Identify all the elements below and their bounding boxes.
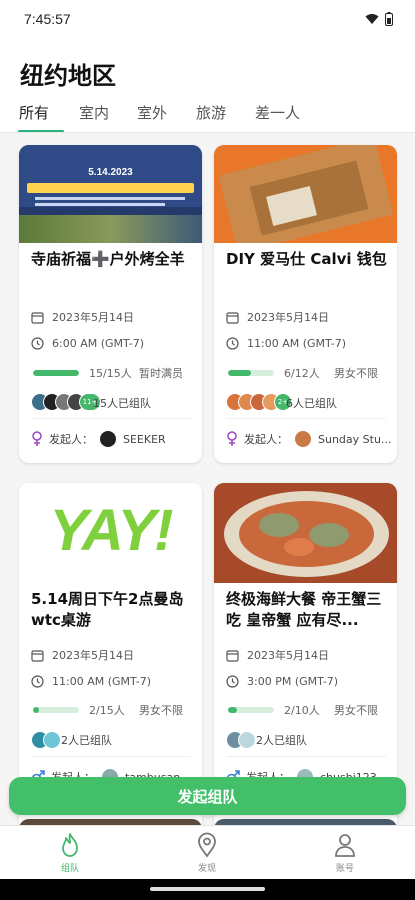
status-text: 男女不限 [334, 367, 378, 380]
clock-icon [31, 675, 44, 688]
card-time: 6:00 AM (GMT-7) [52, 337, 144, 350]
nav-account[interactable]: 账号 [305, 832, 385, 874]
flame-icon [62, 833, 78, 857]
member-avatars [31, 731, 61, 749]
divider [31, 418, 191, 419]
person-icon [335, 834, 355, 857]
clock-icon [31, 337, 44, 350]
card-date: 2023年5月14日 [247, 311, 329, 324]
card-title: 终极海鲜大餐 帝王蟹三吃 皇帝蟹 应有尽... [226, 590, 382, 629]
team-count: 2人已组队 [256, 734, 307, 747]
capacity-count: 15/15人 [89, 367, 132, 380]
activity-card[interactable]: 5.14.2023 寺庙祈福➕户外烤全羊 2023年5月14日 6:00 AM … [19, 145, 202, 463]
capacity-count: 2/15人 [89, 704, 125, 717]
female-icon [227, 431, 237, 446]
card-image [214, 145, 397, 243]
member-avatars: 2+ [226, 393, 292, 411]
tab-outdoor[interactable]: 室外 [137, 102, 167, 123]
banner-date: 5.14.2023 [88, 167, 133, 178]
clock-icon [226, 337, 239, 350]
capacity-bar [228, 370, 274, 376]
category-tabs: 所有 室内 室外 旅游 差一人 [0, 98, 415, 132]
tab-all[interactable]: 所有 [19, 102, 49, 123]
divider [31, 756, 191, 757]
card-time: 11:00 AM (GMT-7) [52, 675, 151, 688]
clock-icon [226, 675, 239, 688]
organizer[interactable]: 发起人： Sunday Stu... [226, 430, 391, 448]
yay-logo: YAY! [49, 498, 174, 563]
activity-feed[interactable]: 5.14.2023 寺庙祈福➕户外烤全羊 2023年5月14日 6:00 AM … [0, 133, 415, 825]
nav-discover[interactable]: 发现 [167, 832, 247, 874]
organizer-label: 发起人： [49, 433, 93, 446]
page-title: 纽约地区 [20, 62, 116, 90]
female-icon [32, 431, 42, 446]
card-image: YAY! [19, 483, 202, 583]
organizer-avatar [294, 430, 312, 448]
tab-travel[interactable]: 旅游 [196, 102, 226, 123]
create-team-button[interactable]: 发起组队 [9, 777, 406, 815]
tab-need-one[interactable]: 差一人 [255, 102, 300, 123]
member-avatars [226, 731, 256, 749]
avatar [43, 731, 61, 749]
clock: 7:45:57 [24, 11, 71, 27]
capacity-count: 6/12人 [284, 367, 320, 380]
organizer-avatar [99, 430, 117, 448]
location-pin-icon [198, 832, 216, 858]
activity-card[interactable]: YAY! 5.14周日下午2点曼岛wtc桌游 2023年5月14日 11:00 … [19, 483, 202, 825]
organizer-name: Sunday Stu... [318, 432, 392, 446]
bottom-nav: 组队 发现 账号 [0, 825, 415, 880]
nav-label: 组队 [60, 864, 79, 874]
organizer-name: SEEKER [123, 432, 166, 446]
card-date: 2023年5月14日 [247, 649, 329, 662]
status-text: 暂时满员 [139, 367, 183, 380]
card-time: 11:00 AM (GMT-7) [247, 337, 346, 350]
calendar-icon [31, 311, 44, 324]
card-date: 2023年5月14日 [52, 311, 134, 324]
card-date: 2023年5月14日 [52, 649, 134, 662]
status-text: 男女不限 [334, 704, 378, 717]
capacity-bar [228, 707, 274, 713]
status-text: 男女不限 [139, 704, 183, 717]
card-image: 5.14.2023 [19, 145, 202, 243]
nav-label: 账号 [335, 864, 354, 874]
capacity-count: 2/10人 [284, 704, 320, 717]
organizer[interactable]: 发起人： SEEKER [31, 430, 166, 448]
card-time: 3:00 PM (GMT-7) [247, 675, 339, 688]
activity-card[interactable]: 终极海鲜大餐 帝王蟹三吃 皇帝蟹 应有尽... 2023年5月14日 3:00 … [214, 483, 397, 825]
capacity-bar [33, 370, 79, 376]
divider [226, 756, 386, 757]
team-count: 15人已组队 [93, 397, 151, 410]
system-home-bar [0, 879, 415, 900]
status-bar: 7:45:57 [0, 0, 415, 38]
card-title: DIY 爱马仕 Calvi 钱包 [226, 250, 387, 268]
card-title: 5.14周日下午2点曼岛wtc桌游 [31, 590, 184, 629]
divider [226, 418, 386, 419]
calendar-icon [226, 311, 239, 324]
wifi-icon [365, 14, 379, 24]
member-avatars: 11+ [31, 393, 101, 411]
calendar-icon [31, 649, 44, 662]
nav-label: 发现 [197, 864, 216, 874]
activity-card[interactable]: DIY 爱马仕 Calvi 钱包 2023年5月14日 11:00 AM (GM… [214, 145, 397, 463]
team-count: 2人已组队 [61, 734, 112, 747]
tab-indoor[interactable]: 室内 [79, 102, 109, 123]
team-count: 6人已组队 [286, 397, 337, 410]
card-title: 寺庙祈福➕户外烤全羊 [31, 250, 185, 268]
capacity-bar [33, 707, 79, 713]
organizer-label: 发起人： [244, 433, 288, 446]
calendar-icon [226, 649, 239, 662]
battery-icon [385, 12, 393, 26]
avatar [238, 731, 256, 749]
card-image [214, 483, 397, 583]
home-indicator[interactable] [150, 887, 265, 891]
nav-teams[interactable]: 组队 [30, 832, 110, 874]
